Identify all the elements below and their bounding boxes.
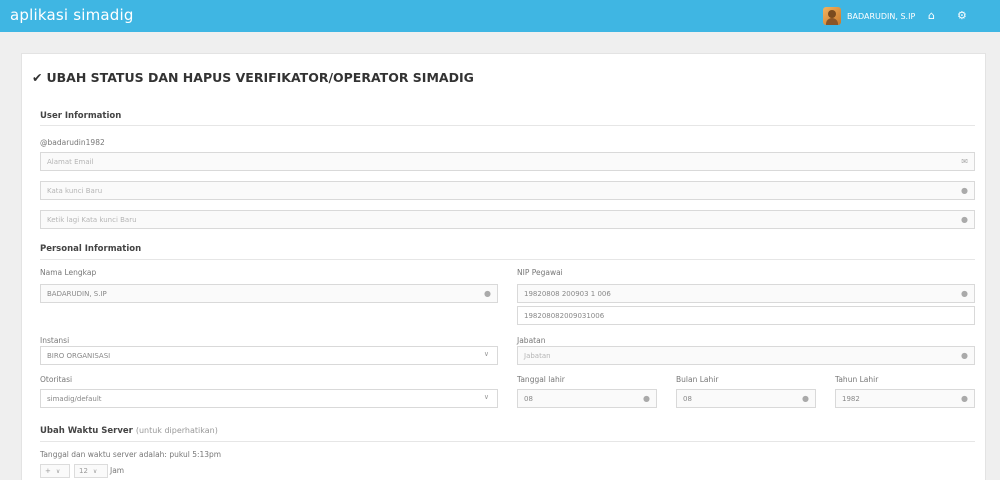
nip-pegawai-value: 19820808 200903 1 006 [524,289,611,298]
check-icon: ✔ [32,70,43,85]
nip-pegawai-field[interactable]: 19820808 200903 1 006 ● [517,284,975,303]
instansi-value: BIRO ORGANISASI [47,351,111,360]
bulan-lahir-value: 08 [683,394,692,403]
section-divider [40,125,975,126]
tanggal-lahir-value: 08 [524,394,533,403]
user-icon: ● [961,394,968,403]
confirm-password-field[interactable]: Ketik lagi Kata kunci Baru ● [40,210,975,229]
time-unit-label: Jam [110,466,125,475]
time-sign-select[interactable]: + ∨ [40,464,70,478]
chevron-down-icon: ∨ [92,467,98,475]
envelope-icon: ✉ [961,157,968,166]
home-icon[interactable]: ⌂ [928,9,935,23]
jabatan-field[interactable]: Jabatan ● [517,346,975,365]
user-name: BADARUDIN, S.IP [847,11,916,21]
user-icon: ● [802,394,809,403]
user-information-heading: User Information [40,111,122,121]
user-avatar [823,7,841,25]
new-password-placeholder: Kata kunci Baru [47,186,103,195]
nama-lengkap-field[interactable]: BADARUDIN, S.IP ● [40,284,498,303]
nip-raw-value: 198208082009031006 [524,311,605,320]
bulan-lahir-label: Bulan Lahir [676,375,719,384]
confirm-password-placeholder: Ketik lagi Kata kunci Baru [47,215,137,224]
otoritasi-value: simadig/default [47,394,102,403]
jabatan-label: Jabatan [517,336,546,345]
nama-lengkap-label: Nama Lengkap [40,268,97,277]
time-hours-select[interactable]: 12 ∨ [74,464,108,478]
chevron-down-icon: ∨ [483,393,489,401]
tahun-lahir-field[interactable]: 1982 ● [835,389,975,408]
nama-lengkap-value: BADARUDIN, S.IP [47,289,107,298]
jabatan-placeholder: Jabatan [524,351,551,360]
time-sign-value: + [45,467,51,475]
time-hours-value: 12 [79,467,88,475]
tanggal-lahir-field[interactable]: 08 ● [517,389,657,408]
personal-information-heading: Personal Information [40,244,142,254]
tanggal-lahir-label: Tanggal lahir [517,375,565,384]
nip-raw-field[interactable]: 198208082009031006 [517,306,975,325]
app-brand[interactable]: aplikasi simadig [10,6,134,24]
page-title-text: UBAH STATUS DAN HAPUS VERIFIKATOR/OPERAT… [46,70,474,85]
lock-icon: ● [961,215,968,224]
chevron-down-icon: ∨ [55,467,61,475]
username-text: @badarudin1982 [40,138,105,147]
section-divider [40,441,975,442]
bulan-lahir-field[interactable]: 08 ● [676,389,816,408]
lock-icon: ● [961,186,968,195]
tahun-lahir-label: Tahun Lahir [835,375,879,384]
nip-pegawai-label: NIP Pegawai [517,268,563,277]
wrench-icon[interactable]: ⚙ [957,9,967,23]
user-icon: ● [961,351,968,360]
server-time-note: (untuk diperhatikan) [135,426,218,435]
page-title: ✔ UBAH STATUS DAN HAPUS VERIFIKATOR/OPERA… [32,70,474,85]
otoritasi-select[interactable]: simadig/default ∨ [40,389,498,408]
instansi-select[interactable]: BIRO ORGANISASI ∨ [40,346,498,365]
user-menu[interactable]: BADARUDIN, S.IP [823,7,915,25]
server-time-heading-text: Ubah Waktu Server [40,426,133,436]
new-password-field[interactable]: Kata kunci Baru ● [40,181,975,200]
server-time-description: Tanggal dan waktu server adalah: pukul 5… [40,450,222,459]
email-placeholder: Alamat Email [47,157,94,166]
user-icon: ● [643,394,650,403]
instansi-label: Instansi [40,336,70,345]
main-panel [21,53,986,480]
user-icon: ● [961,289,968,298]
user-icon: ● [484,289,491,298]
email-field[interactable]: Alamat Email ✉ [40,152,975,171]
top-navbar: aplikasi simadig BADARUDIN, S.IP ⌂ ⚙ [0,0,1000,32]
chevron-down-icon: ∨ [483,350,489,358]
tahun-lahir-value: 1982 [842,394,860,403]
server-time-heading: Ubah Waktu Server (untuk diperhatikan) [40,426,218,436]
otoritasi-label: Otoritasi [40,375,73,384]
section-divider [40,259,975,260]
